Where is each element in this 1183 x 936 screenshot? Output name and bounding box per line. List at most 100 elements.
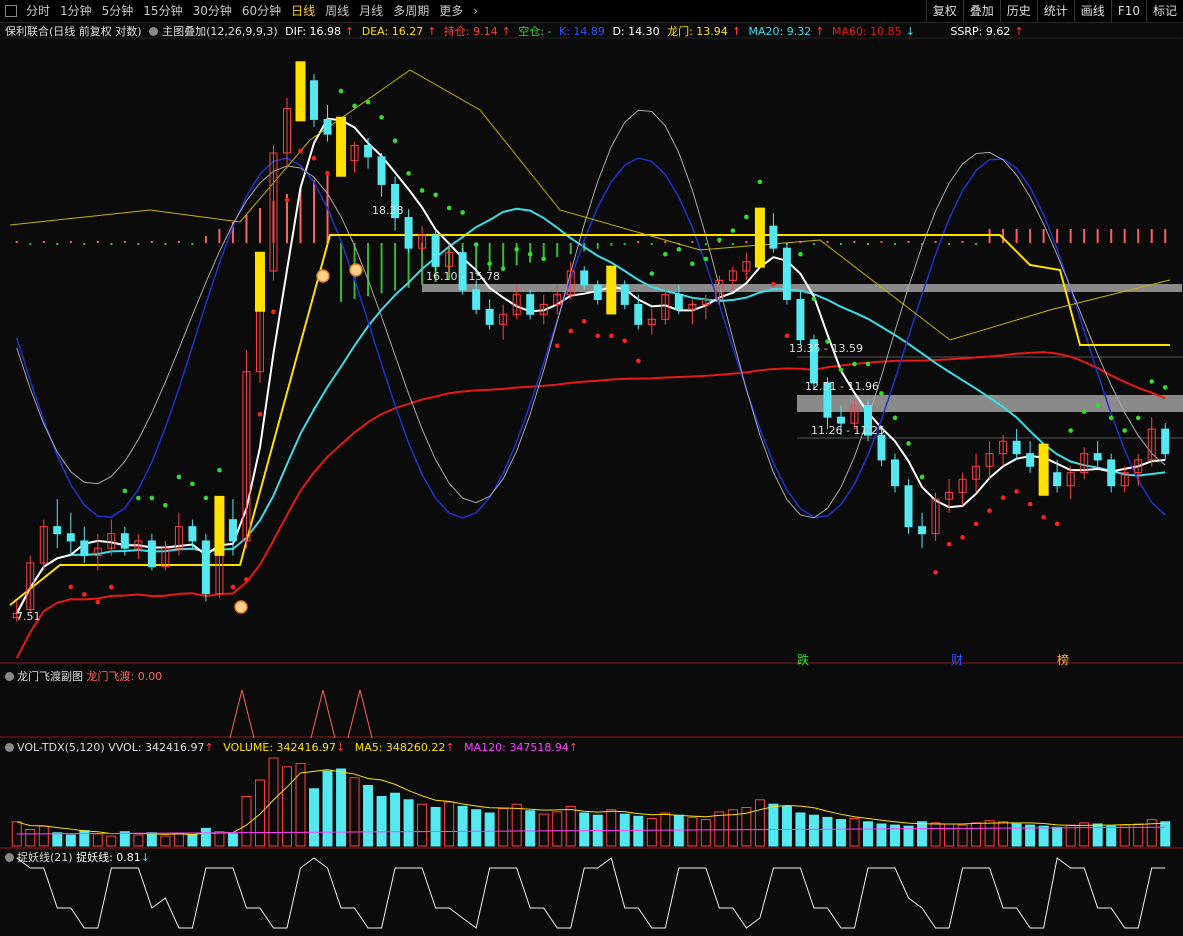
candle-body [836,416,845,424]
dif-label: DIF: 16.98 [285,25,342,38]
candle-body [364,144,373,158]
sub1-spike-1 [310,689,336,739]
sar-dot [987,508,992,513]
sar-dot [554,343,560,349]
volume-bar [903,825,914,847]
zone-bar-2 [797,395,1183,412]
sar-dot [784,333,790,339]
sar-dot [730,228,736,233]
sub3-value: 捉妖线: 0.81 [76,851,141,864]
toolbar-button-5[interactable]: F10 [1110,0,1146,22]
sar-dot [257,411,263,417]
zone1-label: 16.10 - 15.78 [426,270,500,283]
sar-dot [541,256,547,262]
volume-bar [146,832,157,847]
candle-body [1134,459,1143,474]
signal-box [295,61,306,122]
candle-body [134,540,143,549]
volume-bar [1079,822,1090,847]
candle-body [255,270,264,373]
sar-dot [811,296,817,302]
candle-body [350,144,359,162]
candle-body [431,234,440,267]
period-tab-7[interactable]: 周线 [320,0,354,22]
toolbar-button-3[interactable]: 统计 [1036,0,1074,22]
period-tab-9[interactable]: 多周期 [388,0,434,22]
toolbar-buttons: 复权 叠加 历史 统计 画线 F10 标记 [925,0,1183,22]
candle-body [215,519,224,595]
toolbar-button-4[interactable]: 画线 [1073,0,1111,22]
volume-bar [971,822,982,847]
volume-bar [1065,824,1076,847]
sar-dot [325,170,330,176]
volume-bar [417,803,428,847]
dea-curve [9,69,1171,341]
period-tab-5[interactable]: 60分钟 [237,0,286,22]
sar-dot [109,584,114,590]
zone2-label: 13.35 - 13.59 [789,342,863,355]
ma5-line [15,117,1166,615]
volume-bar [1146,819,1157,847]
volume-bar [862,821,873,847]
volume-bar [268,757,279,847]
period-tab-8[interactable]: 月线 [354,0,388,22]
period-tab-2[interactable]: 5分钟 [97,0,139,22]
chevron-right-icon[interactable]: › [468,0,483,22]
volume-bar [998,821,1009,847]
settings-icon[interactable] [5,672,14,681]
low-label: 7.51 [16,610,41,623]
volume-bar [511,803,522,847]
volume-bar [1119,824,1130,847]
volume-bar [65,834,76,847]
ssrp-label: SSRP: 9.62 [950,25,1011,38]
sar-dot [446,205,452,211]
candle-body [985,453,994,467]
sar-dot [865,361,871,367]
volume-bar [700,819,711,847]
sar-dot [879,391,884,396]
high-label: 18.28 [372,204,404,217]
toolbar-button-0[interactable]: 复权 [925,0,963,22]
sar-dot [798,251,803,257]
volume-bar [227,833,238,847]
volume-bar [1052,826,1063,847]
period-tab-4[interactable]: 30分钟 [188,0,237,22]
period-tab-6[interactable]: 日线 [286,0,320,22]
volume-bar [1106,825,1117,847]
buy-signal-2 [234,600,248,614]
settings-icon[interactable] [5,853,14,862]
toolbar-button-2[interactable]: 历史 [999,0,1037,22]
period-tab-3[interactable]: 15分钟 [138,0,187,22]
sar-dot [1122,428,1128,433]
sar-dot [1068,428,1073,433]
volume-bar [390,792,401,847]
sar-dot [1041,514,1046,520]
sar-dot [1135,415,1141,421]
settings-icon[interactable] [149,27,159,36]
candle-body [472,289,481,310]
sar-dot [298,148,303,154]
empty-label: 空仓: - [518,25,552,38]
sar-dot [352,103,357,109]
volume-bar [349,777,360,847]
toolbar-button-6[interactable]: 标记 [1145,0,1183,22]
settings-icon[interactable] [5,743,14,752]
candle-body [674,294,683,310]
candle-body [458,252,467,291]
toolbar-button-1[interactable]: 叠加 [962,0,1000,22]
candle-body [972,465,981,480]
period-tab-10[interactable]: 更多 [434,0,468,22]
period-tab-1[interactable]: 1分钟 [55,0,97,22]
volume-bar [200,827,211,847]
sub2-title: VOL-TDX(5,120) [17,741,105,754]
sar-dot [568,328,574,334]
volume-bar [254,779,265,847]
signal-box [336,116,347,177]
volume-bar [295,763,306,847]
candle-body [310,80,319,120]
ma60-label: MA60: 10.85 [831,25,902,38]
volume-bar [619,813,630,847]
sar-dot [690,261,695,267]
period-tab-0[interactable]: 分时 [21,0,55,22]
window-icon[interactable] [5,5,17,17]
